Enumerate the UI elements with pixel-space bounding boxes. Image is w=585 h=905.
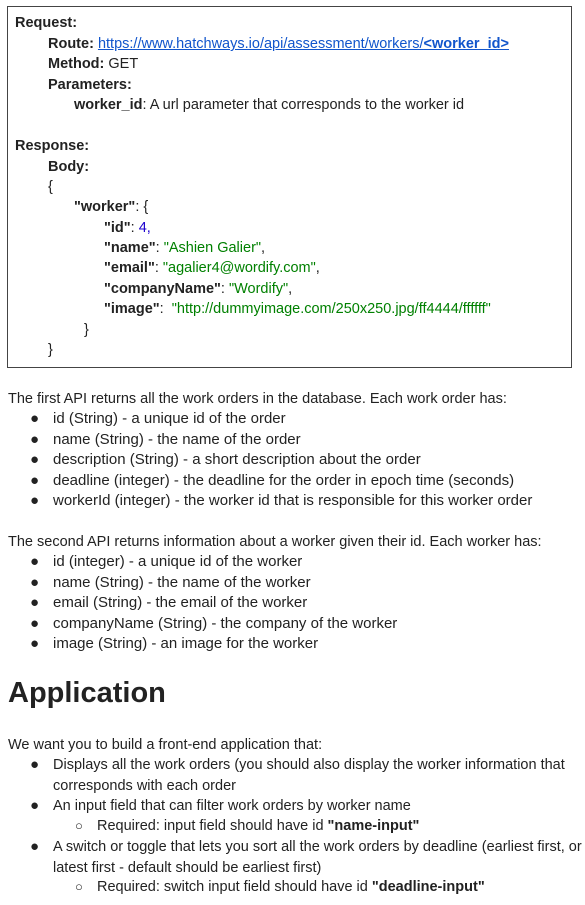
sub-bullet: ○	[75, 818, 83, 833]
deadline-input-id: "deadline-input"	[371, 879, 485, 895]
json-value-id: 4,	[138, 220, 151, 236]
json-field-company: "companyName": "Wordify",	[104, 281, 293, 297]
json-value-company: "Wordify"	[228, 281, 289, 297]
first-api-intro: The first API returns all the work order…	[8, 391, 507, 407]
method-line: Method: GET	[48, 54, 138, 74]
request-label: Request:	[15, 15, 78, 31]
route-param: <worker_id>	[423, 36, 509, 52]
json-field-image: "image": "http://dummyimage.com/250x250.…	[104, 301, 491, 317]
route-link[interactable]: https://www.hatchways.io/api/assessment/…	[98, 36, 509, 52]
json-value-name: "Ashien Galier"	[163, 240, 262, 256]
list-bullet: ●	[30, 797, 40, 814]
list-item: A switch or toggle that lets you sort al…	[53, 839, 582, 876]
worker-key-line: "worker": {	[74, 199, 149, 215]
list-item: ● id (integer) - a unique id of the worke…	[30, 553, 303, 570]
application-intro: We want you to build a front-end applica…	[8, 737, 323, 753]
param-name: worker_id	[74, 97, 143, 113]
json-field-id: "id": 4,	[104, 220, 151, 236]
open-brace: {	[48, 179, 53, 195]
sub-list-item: Required: switch input field should have…	[97, 879, 485, 895]
parameters-label: Parameters:	[48, 77, 132, 93]
list-bullet: ●	[30, 756, 40, 773]
param-desc: : A url parameter that corresponds to th…	[142, 97, 465, 113]
sub-bullet: ○	[75, 879, 83, 894]
route-label: Route:	[48, 36, 94, 52]
list-item: Displays all the work orders (you should…	[53, 757, 565, 794]
param-line: worker_id: A url parameter that correspo…	[74, 95, 464, 115]
json-value-email: "agalier4@wordify.com"	[162, 260, 316, 276]
sub-list-item: Required: input field should have id "na…	[97, 818, 420, 834]
list-item: ● name (String) - the name of the order	[30, 431, 301, 448]
list-item: ● email (String) - the email of the worke…	[30, 594, 308, 611]
list-item: ● deadline (integer) - the deadline for t…	[30, 472, 515, 489]
worker-key: "worker"	[74, 199, 136, 215]
route-line: Route: https://www.hatchways.io/api/asse…	[48, 34, 509, 54]
method-label: Method:	[48, 56, 105, 72]
list-item: ● workerId (integer) - the worker id that…	[30, 492, 533, 509]
section-heading-application: Application	[8, 677, 166, 709]
list-item: ● description (String) - a short descript…	[30, 451, 421, 468]
list-item: ● name (String) - the name of the worker	[30, 574, 311, 591]
body-label: Body:	[48, 159, 90, 175]
list-item: An input field that can filter work orde…	[53, 798, 411, 814]
json-field-email: "email": "agalier4@wordify.com",	[104, 260, 320, 276]
response-label: Response:	[15, 138, 90, 154]
name-input-id: "name-input"	[327, 818, 420, 834]
second-api-intro: The second API returns information about…	[8, 534, 542, 550]
outer-close-brace: }	[48, 342, 53, 358]
inner-close-brace: }	[84, 322, 89, 338]
list-item: ● companyName (String) - the company of t…	[30, 615, 398, 632]
json-field-name: "name": "Ashien Galier",	[104, 240, 266, 256]
method-value: GET	[108, 56, 139, 72]
list-item: ● id (String) - a unique id of the order	[30, 410, 286, 427]
list-bullet: ●	[30, 838, 40, 855]
list-item: ● image (String) - an image for the worke…	[30, 635, 319, 652]
json-value-image: "http://dummyimage.com/250x250.jpg/ff444…	[171, 301, 491, 317]
